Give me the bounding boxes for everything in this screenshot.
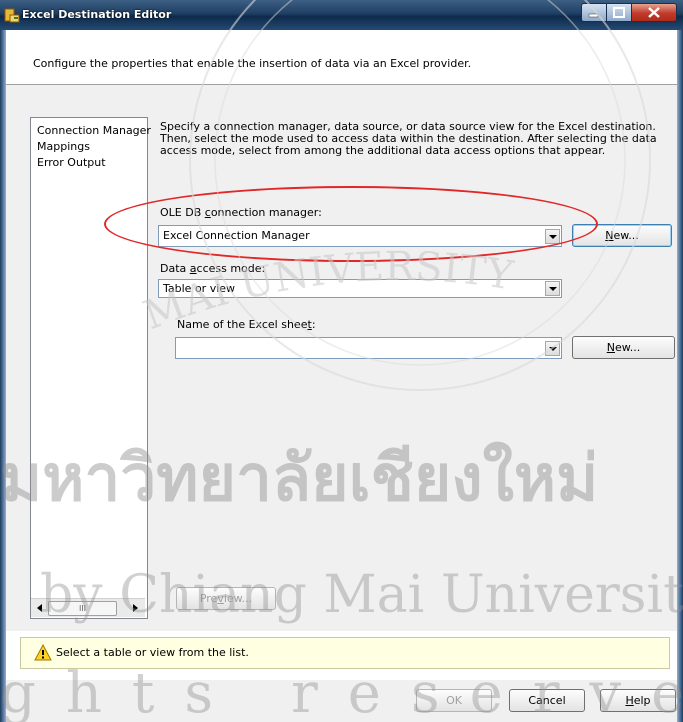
access-mode-value: Table or view xyxy=(163,282,236,295)
scroll-right-icon[interactable] xyxy=(133,604,138,612)
horizontal-scrollbar[interactable]: III xyxy=(31,598,145,617)
access-mode-select[interactable]: Table or view xyxy=(158,279,562,298)
nav-item-connection-manager[interactable]: Connection Manager xyxy=(37,124,151,137)
header-description: Configure the properties that enable the… xyxy=(33,57,472,70)
excel-sheet-label: Name of the Excel sheet: xyxy=(177,318,316,331)
button-accelerator: N xyxy=(606,341,615,354)
preview-button[interactable]: Preview... xyxy=(176,587,276,610)
scroll-left-icon[interactable] xyxy=(37,604,42,612)
access-mode-label: Data access mode: xyxy=(160,262,265,275)
button-label: ew... xyxy=(613,229,639,242)
window-title: Excel Destination Editor xyxy=(22,8,172,21)
dropdown-button[interactable] xyxy=(545,341,560,356)
nav-item-error-output[interactable]: Error Output xyxy=(37,156,106,169)
maximize-button[interactable] xyxy=(606,3,632,22)
button-accelerator: H xyxy=(625,694,634,707)
close-button[interactable] xyxy=(631,3,677,22)
excel-sheet-select[interactable] xyxy=(175,337,562,359)
button-label: iew... xyxy=(223,592,253,605)
minimize-icon xyxy=(588,13,599,18)
label-accelerator: a xyxy=(189,262,197,275)
warning-icon xyxy=(34,644,52,661)
close-icon xyxy=(648,7,660,18)
label-part: Name of the Excel shee xyxy=(177,318,308,331)
cancel-button[interactable]: Cancel xyxy=(509,689,585,712)
status-message: Select a table or view from the list. xyxy=(56,646,249,659)
ok-button[interactable]: OK xyxy=(416,689,492,712)
help-button[interactable]: Help xyxy=(600,689,676,712)
nav-item-mappings[interactable]: Mappings xyxy=(37,140,90,153)
dropdown-button[interactable] xyxy=(545,281,560,296)
button-label: Pre xyxy=(199,592,218,605)
minimize-button[interactable] xyxy=(581,3,607,22)
new-sheet-button[interactable]: New... xyxy=(572,336,675,359)
scroll-thumb[interactable]: III xyxy=(48,601,117,616)
maximize-icon xyxy=(613,7,625,18)
label-part: Data xyxy=(160,262,190,275)
label-part: ccess mode: xyxy=(196,262,266,275)
chevron-down-icon xyxy=(549,287,557,291)
label-part: : xyxy=(311,318,316,331)
button-label: elp xyxy=(633,694,651,707)
highlight-ellipse xyxy=(104,186,598,262)
excel-destination-icon xyxy=(4,8,20,23)
page-description: Specify a connection manager, data sourc… xyxy=(160,120,657,157)
chevron-down-icon xyxy=(549,347,557,351)
status-bar: Select a table or view from the list. xyxy=(20,637,670,669)
button-label: ew... xyxy=(614,341,641,354)
window-border-right xyxy=(677,30,683,722)
page-list: Connection Manager Mappings Error Output xyxy=(30,117,151,619)
